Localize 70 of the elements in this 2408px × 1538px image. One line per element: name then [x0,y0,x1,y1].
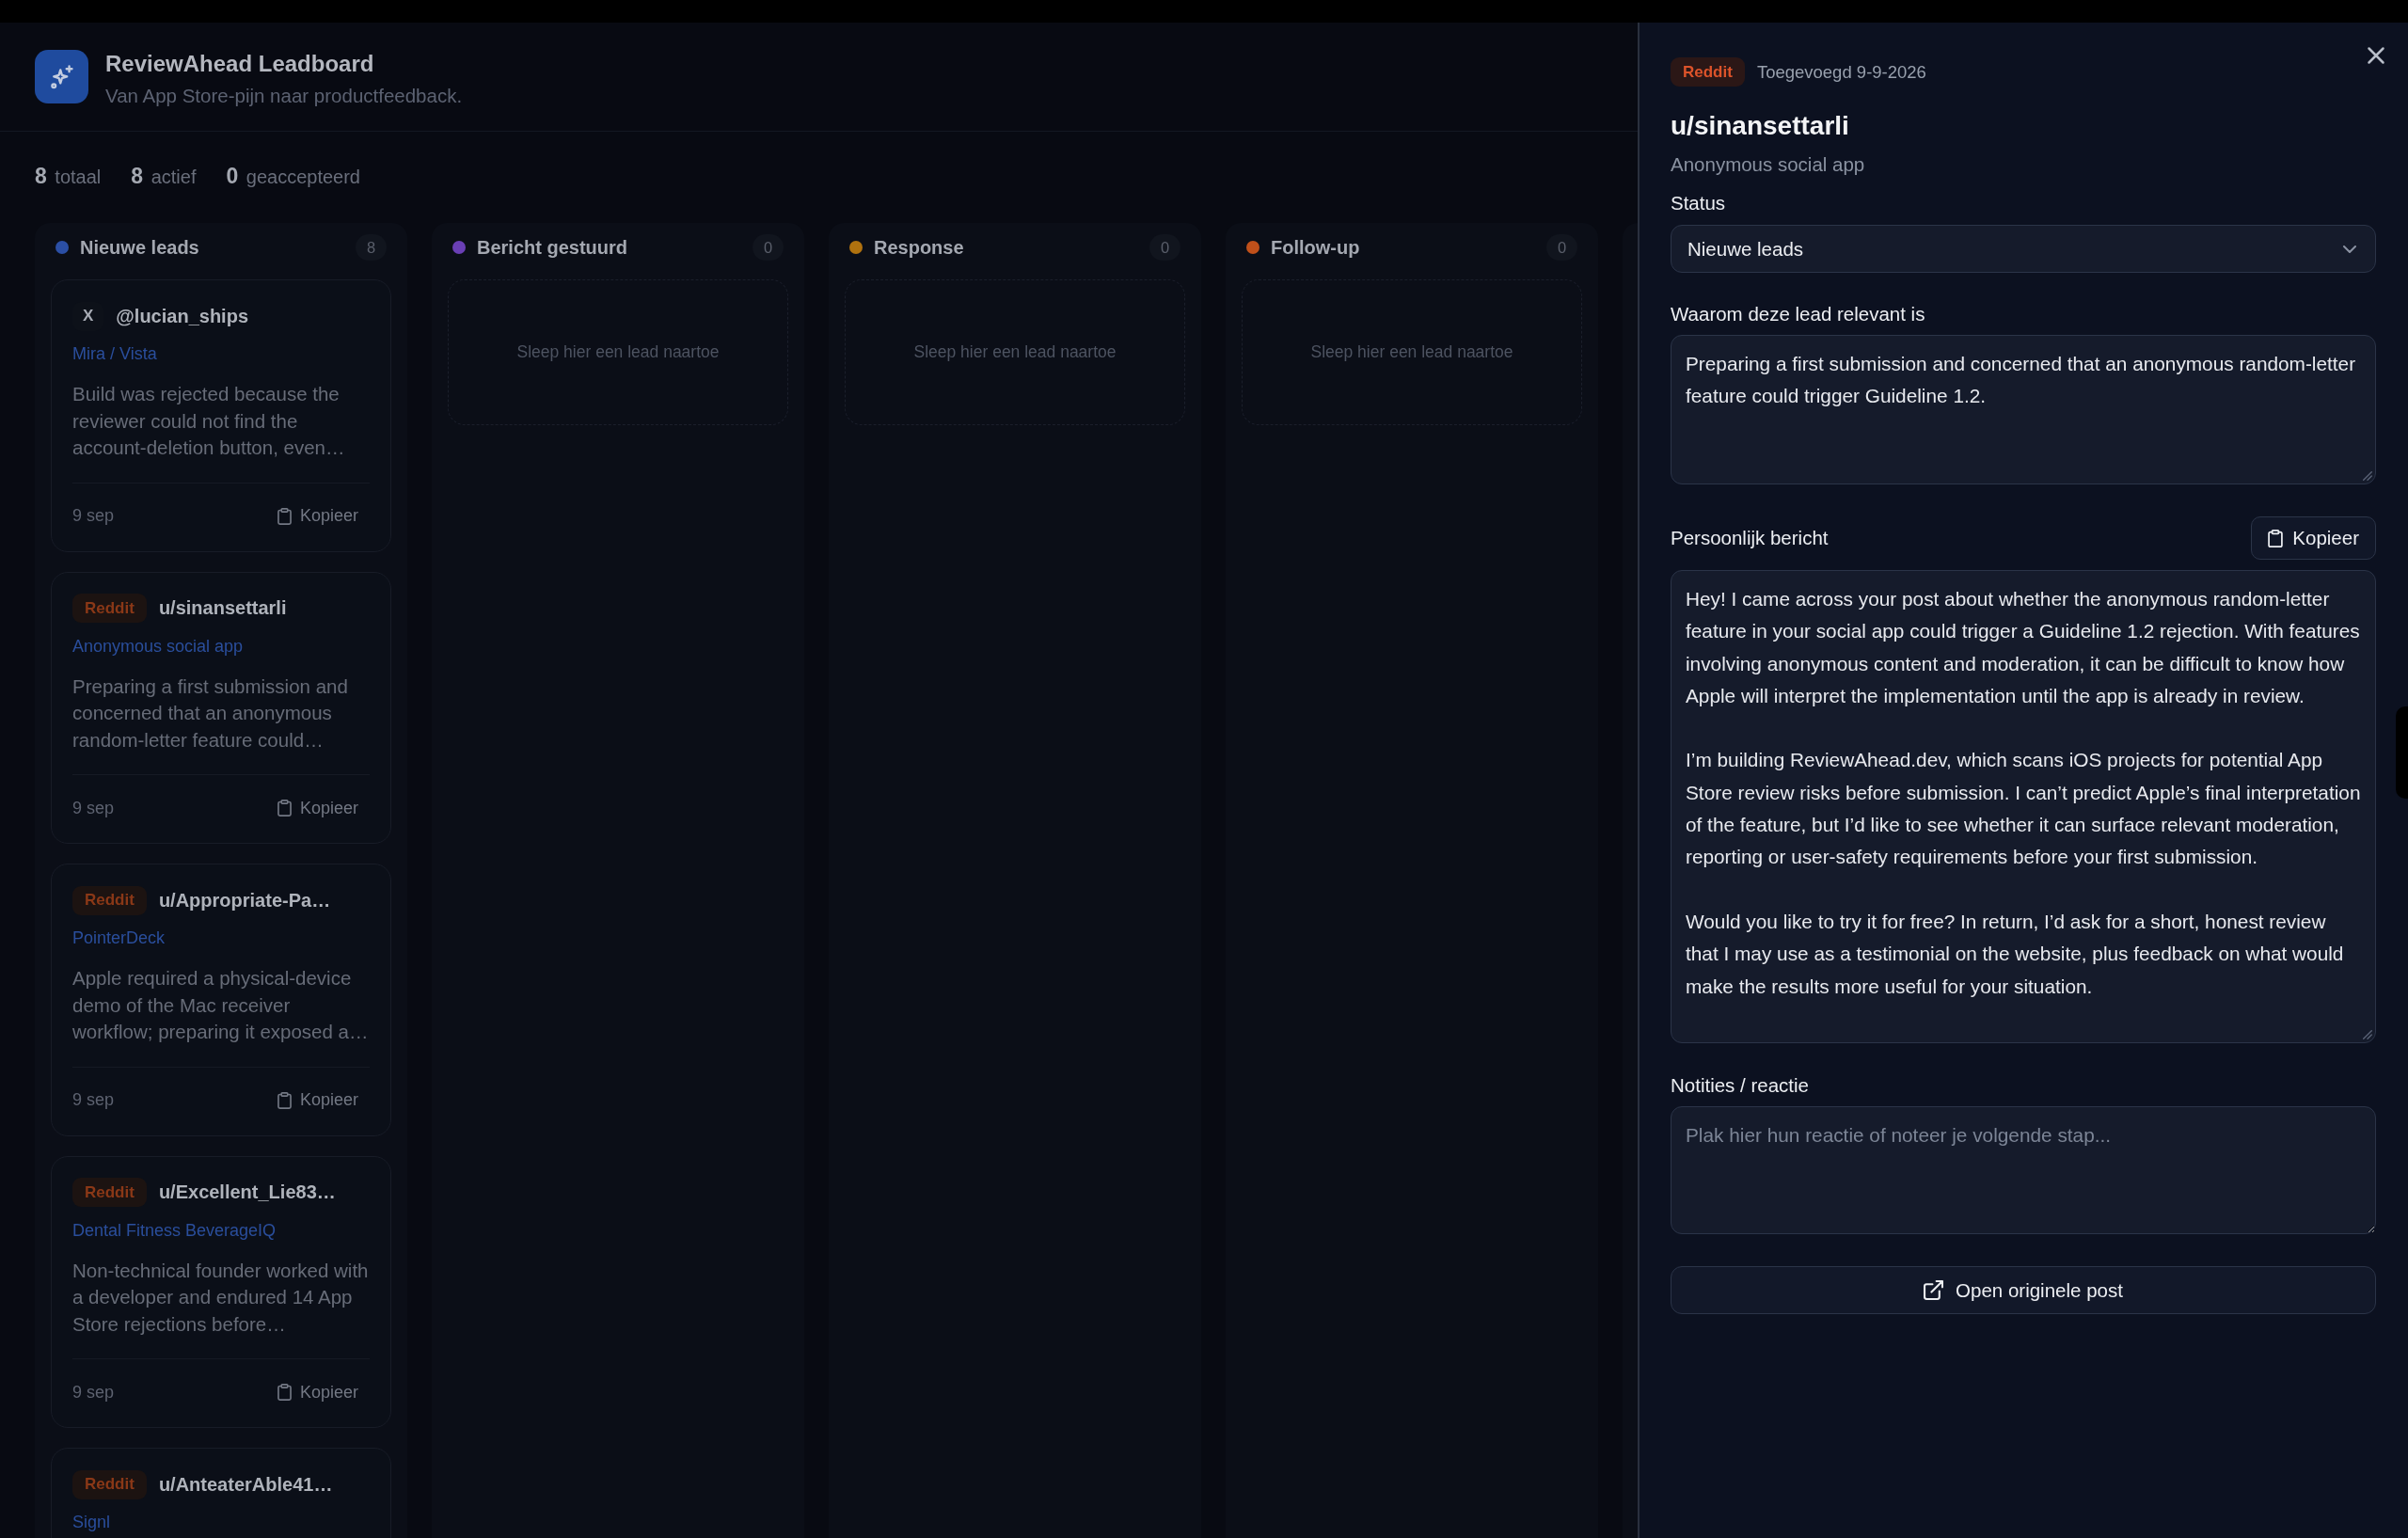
column-title: Follow-up [1271,236,1361,259]
lead-summary: Non-technical founder worked with a developer and endured 14 App Store rejections before… [72,1258,370,1337]
lead-date: 9 sep [72,1382,115,1403]
lead-card[interactable]: Reddit u/sinansettarli Anonymous social app Preparing a first submission and concerned that an anonymous random-letter feature could… 9 sep Kopieer [51,571,391,844]
stat-text: 8 actief [131,164,197,189]
app-title: ReviewAhead Leadboard [105,50,375,78]
sparkles-icon [35,50,88,103]
external-link-icon [1924,1280,1944,1300]
lead-handle: u/AnteaterAble41… [158,1473,333,1496]
field-label: Status [1671,191,1727,215]
field-label: Persoonlijk bericht [1671,526,1829,550]
lead-card[interactable]: X @lucian_ships Mira / Vista Build was rejected because the reviewer could not find the account-deletion button, even… 9 sep Kopieer [51,279,391,552]
relevance-field[interactable]: Preparing a first submission and concerned that an anonymous random-letter feature could trigger Guideline 1.2. [1671,335,2376,484]
added-date: Toegevoegd 9-9-2026 [1756,61,1926,83]
lead-handle: @lucian_ships [116,305,248,327]
lead-summary: Build was rejected because the reviewer could not find the account-deletion button, even… [72,382,346,460]
project-name: Signl [72,1512,112,1533]
column-count: 0 [1149,234,1180,261]
field-label: Waarom deze lead relevant is [1671,302,1926,326]
lead-handle: u/Excellent_Lie83… [158,1181,336,1203]
project-name: Anonymous social app [72,635,245,658]
source-tag: Reddit [72,1469,147,1499]
column-count: 8 [356,234,387,261]
source-tag: Reddit [72,594,147,623]
lead-summary: Apple required a physical-device demo of the Mac receiver workflow; preparing it exposed a… [72,966,370,1044]
lead-card[interactable]: Reddit u/Appropriate-Pa… PointerDeck Apple required a physical-device demo of the Mac receiver workflow; preparing it exposed a… 9 sep Kopieer [51,864,391,1136]
source-tag: Reddit [1671,57,1745,87]
clipboard-icon [2268,529,2284,547]
open-post-button[interactable]: Open originele post [1671,1266,2376,1314]
copy-button[interactable]: Kopieer [277,798,358,818]
lead-card[interactable]: Reddit u/AnteaterAble41… Signl [51,1448,391,1538]
resize-grip-icon[interactable] [2363,1030,2372,1039]
lead-date: 9 sep [72,1090,115,1110]
source-tag: Reddit [72,885,147,915]
status-select[interactable]: Nieuwe leads [1671,225,2376,273]
source-tag: Reddit [72,1178,147,1207]
resize-grip-icon[interactable] [2363,471,2372,481]
app-subtitle: Van App Store-pijn naar productfeedback. [105,84,463,108]
lead-summary: Preparing a first submission and concerned that an anonymous random-letter feature could… [72,674,349,753]
notes-field[interactable]: Plak hier hun reactie of noteer je volgende stap... [1671,1106,2376,1234]
column-count: 0 [1546,234,1577,261]
message-field[interactable]: Hey! I came across your post about whether the anonymous random-letter feature in your social app could trigger a Guideline 1.2 rejection. With features involving anonymous content and moderation, it can be difficult to know how Apple will interpret the implementation until the app is already in review. I’m building ReviewAhead.dev, which scans iOS projects for potential App Store review risks before submission. I can’t predict Apple’s final interpretation of the feature, but I’d like to see whether it can surface relevant moderation, reporting or user-safety requirements before your first submission. Would you like to try it for free? In return, I’d ask for a short, honest review that I may use as a testimonial on the website, plus feedback on what would make the results more useful for your situation. [1671,570,2376,1043]
lead-handle: u/Appropriate-Pa… [158,889,331,912]
copy-button[interactable]: Kopieer [277,1090,358,1110]
project-name: Mira / Vista [72,343,158,365]
column-title: Response [874,236,965,259]
stat-text: 0 geaccepteerd [226,164,360,189]
lead-title: u/sinansettarli [1671,110,1850,142]
lead-date: 9 sep [72,506,115,526]
close-icon[interactable] [2367,46,2385,65]
project-name: Dental Fitness BeverageIQ [72,1219,277,1242]
copy-button[interactable]: Kopieer [2251,516,2376,560]
clipboard-icon [277,1384,292,1401]
clipboard-icon [277,507,292,525]
column-count: 0 [752,234,784,261]
copy-button[interactable]: Kopieer [277,1382,358,1403]
clipboard-icon [277,1091,292,1109]
column-title: Nieuwe leads [80,236,200,259]
lead-card[interactable]: Reddit u/Excellent_Lie83… Dental Fitness BeverageIQ Non-technical founder worked with a developer and endured 14 App Store rejections before… 9 sep Kopieer [51,1155,391,1428]
field-label: Notities / reactie [1671,1073,1810,1098]
stat-text: 8 totaal [35,164,102,189]
chevron-down-icon [2343,245,2356,253]
lead-subtitle: Anonymous social app [1671,152,1866,177]
lead-date: 9 sep [72,798,115,818]
lead-handle: u/sinansettarli [158,597,287,619]
copy-button[interactable]: Kopieer [277,506,358,526]
project-name: PointerDeck [72,928,166,949]
side-handle[interactable] [2396,706,2408,799]
column-title: Bericht gestuurd [477,236,629,259]
clipboard-icon [277,800,292,817]
